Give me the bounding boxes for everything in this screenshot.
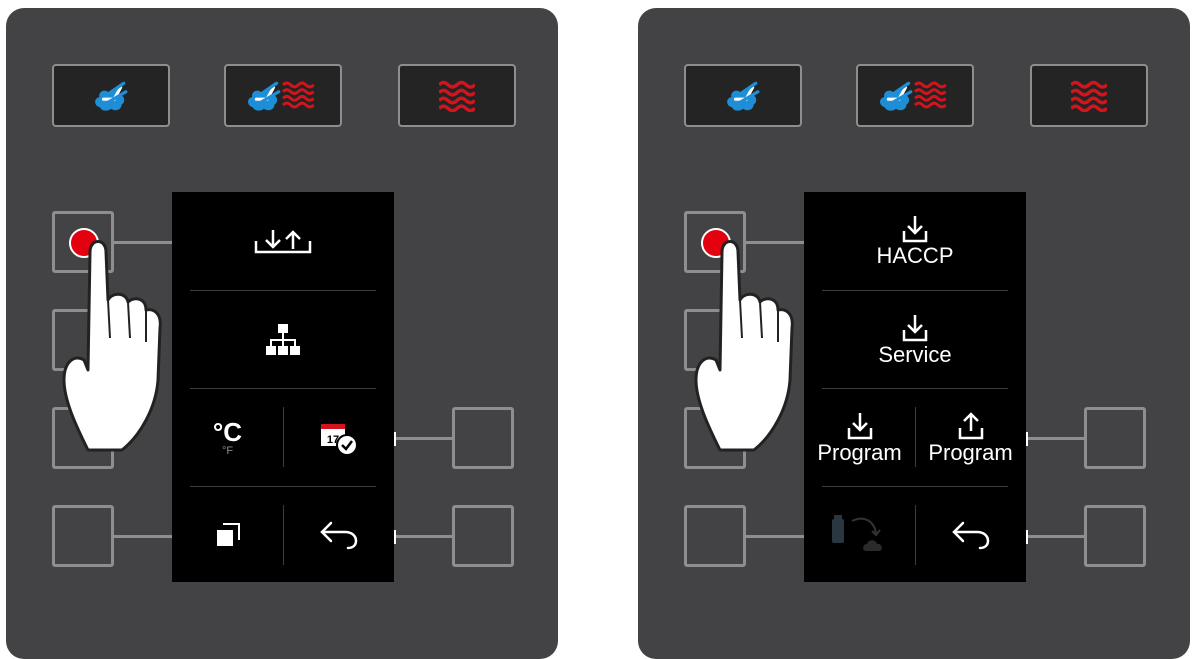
unit-celsius-label: °C [212, 416, 243, 447]
side-key-left-4[interactable] [52, 505, 114, 567]
combi-steam-mode-button[interactable] [224, 64, 342, 127]
back-item[interactable] [283, 487, 394, 582]
service-download-item[interactable]: Service [804, 291, 1026, 389]
back-arrow-icon [319, 521, 357, 549]
usb-transfer-icon [831, 514, 882, 551]
side-key-connector [114, 535, 172, 538]
program-download-item[interactable]: Program [804, 389, 915, 487]
copy-icon [216, 522, 240, 546]
unit-fahrenheit-label: °F [221, 444, 234, 457]
display-screen: °C °F 17 [172, 192, 394, 582]
service-label: Service [878, 342, 952, 367]
hand-icon [62, 240, 162, 452]
right-control-panel: HACCP Service Program Program [638, 8, 1190, 659]
side-key-connector [1028, 437, 1084, 440]
hand-icon [694, 240, 794, 452]
haccp-label: HACCP [876, 243, 954, 268]
download-icon [902, 216, 928, 243]
steam-icon [93, 81, 128, 112]
combi-steam-icon [246, 81, 316, 112]
network-icon [266, 324, 300, 355]
side-key-connector [1028, 535, 1084, 538]
steam-mode-button[interactable] [684, 64, 802, 127]
combi-steam-mode-button[interactable] [856, 64, 974, 127]
download-icon [902, 315, 928, 342]
temperature-unit-item[interactable]: °C °F [172, 389, 283, 487]
display-screen: HACCP Service Program Program [804, 192, 1026, 582]
side-key-right-4[interactable] [1084, 505, 1146, 567]
haccp-download-item[interactable]: HACCP [804, 192, 1026, 290]
back-item[interactable] [915, 487, 1026, 582]
date-time-item[interactable]: 17 [283, 389, 394, 487]
side-key-right-3[interactable] [452, 407, 514, 469]
network-item[interactable] [172, 291, 394, 389]
data-transfer-item[interactable] [172, 192, 394, 290]
download-upload-icon [254, 230, 312, 254]
calendar-check-icon: 17 [320, 424, 358, 456]
copy-item[interactable] [172, 487, 283, 582]
usb-transfer-item [804, 487, 915, 582]
combi-steam-icon [878, 81, 948, 112]
side-key-left-4[interactable] [684, 505, 746, 567]
program-upload-item[interactable]: Program [915, 389, 1026, 487]
program-upload-label: Program [928, 440, 1013, 465]
left-control-panel: °C °F 17 [6, 8, 558, 659]
download-icon [847, 413, 872, 440]
steam-icon [725, 81, 760, 112]
side-key-connector [396, 437, 452, 440]
program-download-label: Program [817, 440, 902, 465]
convection-mode-button[interactable] [398, 64, 516, 127]
upload-icon [958, 412, 983, 440]
convection-mode-button[interactable] [1030, 64, 1148, 127]
side-key-right-3[interactable] [1084, 407, 1146, 469]
side-key-right-4[interactable] [452, 505, 514, 567]
convection-heat-icon [439, 80, 475, 112]
steam-mode-button[interactable] [52, 64, 170, 127]
convection-heat-icon [1071, 80, 1107, 112]
side-key-connector [746, 535, 804, 538]
back-arrow-icon [951, 521, 989, 549]
side-key-connector [396, 535, 452, 538]
